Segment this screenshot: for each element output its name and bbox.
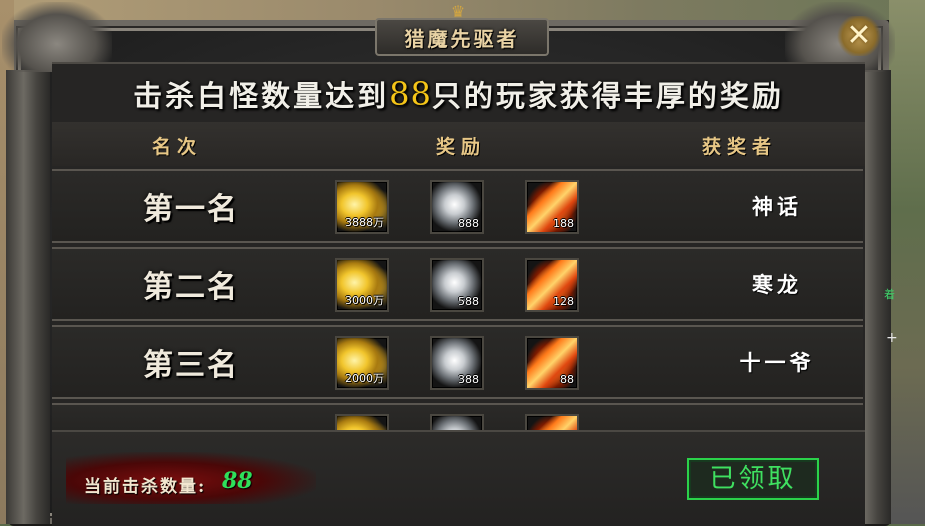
reward-slot[interactable]: 188 [525, 180, 579, 234]
headline-suffix: 只的玩家获得丰厚的奖励 [431, 79, 784, 113]
headline-count: 88 [389, 75, 432, 113]
reward-slot[interactable]: 588 [430, 258, 484, 312]
reward-slot[interactable]: 888 [430, 180, 484, 234]
column-header-reward: 奖励 [436, 136, 487, 158]
window-title: 猎魔先驱者 [375, 18, 549, 56]
kill-count-label: 当前击杀数量: [84, 477, 207, 497]
reward-qty: 388 [458, 373, 479, 386]
kill-count-value: 88 [222, 468, 253, 494]
winner-name: 十一爷 [739, 350, 815, 375]
rank-label: 第二名 [143, 270, 239, 305]
reward-slot[interactable]: 388 [430, 336, 484, 390]
background-ground-right [889, 0, 925, 524]
reward-qty: 128 [553, 295, 574, 308]
rank-label: 第三名 [143, 348, 239, 383]
headline-prefix: 击杀白怪数量达到 [133, 79, 390, 113]
reward-qty: 588 [458, 295, 479, 308]
table-row: 第一名 3888万 888 188 神话 [52, 169, 863, 243]
reward-slot[interactable]: 128 [525, 258, 579, 312]
reward-slot[interactable]: 3888万 [335, 180, 389, 234]
rank-label: 第一名 [143, 192, 239, 227]
side-plus-icon[interactable]: + [886, 330, 898, 346]
winner-name: 神话 [752, 194, 802, 219]
close-button[interactable]: ✕ [836, 16, 882, 56]
reward-qty: 2000万 [345, 372, 384, 385]
table-row: 第二名 3000万 588 128 寒龙 [52, 247, 863, 321]
side-tab-label[interactable]: 着 [884, 286, 895, 302]
table-row: 第三名 2000万 388 88 十一爷 [52, 325, 863, 399]
reward-slot[interactable]: 3000万 [335, 258, 389, 312]
column-header-rank: 名次 [152, 136, 203, 158]
reward-qty: 188 [553, 217, 574, 230]
column-header-winner: 获奖者 [702, 136, 778, 158]
reward-qty: 3000万 [345, 294, 384, 307]
left-pillar-ornament [6, 70, 50, 524]
winner-name: 寒龙 [752, 272, 802, 297]
reward-qty: 888 [458, 217, 479, 230]
claimed-button[interactable]: 已领取 [687, 458, 819, 500]
reward-slot[interactable]: 88 [525, 336, 579, 390]
headline: 击杀白怪数量达到 88 只的玩家获得丰厚的奖励 [52, 66, 865, 122]
reward-qty: 88 [560, 373, 574, 386]
reward-slot[interactable]: 2000万 [335, 336, 389, 390]
reward-qty: 3888万 [345, 216, 384, 229]
